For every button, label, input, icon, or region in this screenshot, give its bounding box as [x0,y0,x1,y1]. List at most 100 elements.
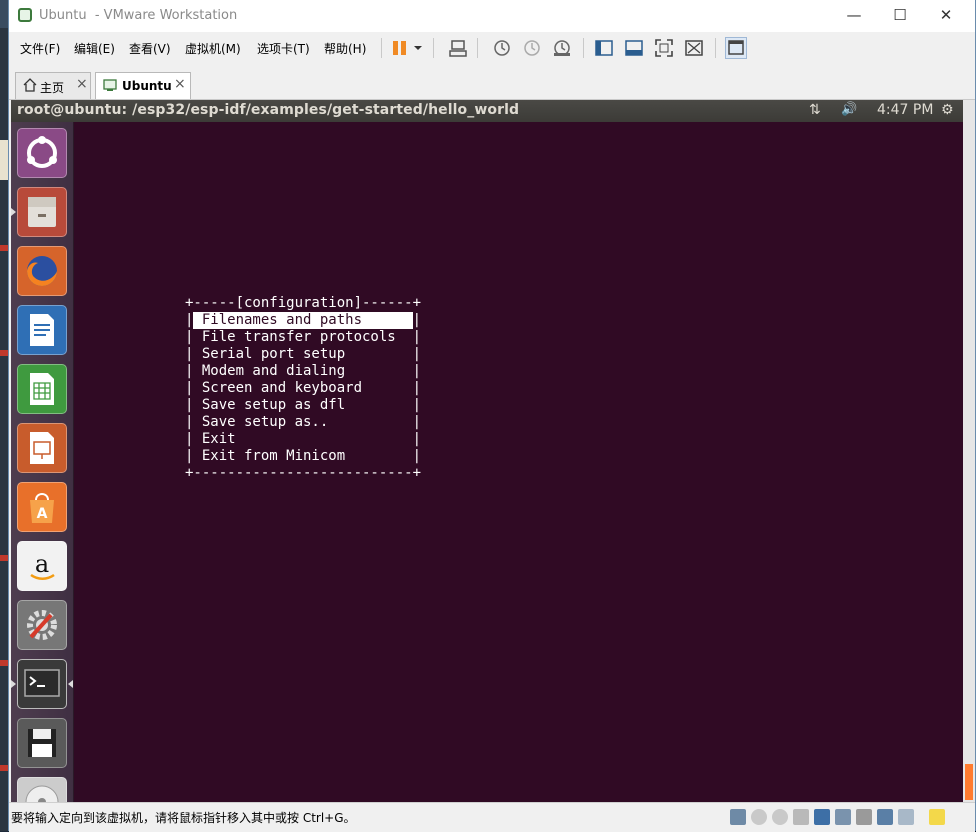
message-icon[interactable] [929,809,945,825]
display-icon[interactable] [898,809,914,825]
config-menu-item[interactable]: | Filenames and paths | [185,312,421,329]
running-indicator-icon [11,208,16,216]
tab-ubuntu[interactable]: Ubuntu × [95,72,191,99]
config-menu-item[interactable]: | Exit from Minicom | [185,448,421,465]
ubuntu-top-panel: root@ubuntu: /esp32/esp-idf/examples/get… [11,100,963,122]
config-menu-item-label: Exit from Minicom [201,448,346,464]
toolbar-separator [715,38,716,58]
menu-border: | [412,380,422,396]
tab-home[interactable]: 主页 × [15,72,91,99]
menu-bottom-line: +--------------------------+ [185,465,422,481]
svg-text:a: a [35,550,49,578]
send-ctrl-alt-del-icon[interactable] [447,37,469,59]
usb-icon[interactable] [835,809,851,825]
vm-icon [102,77,118,96]
revert-snapshot-icon[interactable] [521,37,543,59]
vertical-scrollbar[interactable] [963,100,975,802]
show-library-icon[interactable] [593,37,615,59]
ubuntu-dash-icon[interactable] [17,128,67,178]
menu-vm[interactable]: 虚拟机(M) [185,40,241,57]
menu-border: | [185,380,194,396]
menu-file[interactable]: 文件(F) [20,40,60,57]
running-indicator-icon [11,680,16,688]
tab-ubuntu-close-icon[interactable]: × [174,76,186,92]
pause-icon[interactable] [389,37,411,59]
ubuntu-software-icon[interactable]: A [17,482,67,532]
hard-disk-icon[interactable] [730,809,746,825]
console-view-icon[interactable] [725,37,747,59]
svg-text:A: A [37,506,48,522]
tab-ubuntu-label: Ubuntu [122,79,172,93]
config-menu-item[interactable]: | Exit | [185,431,421,448]
menu-view[interactable]: 查看(V) [129,40,171,57]
config-menu-item[interactable]: | Save setup as dfl | [185,397,421,414]
terminal-window-title: root@ubuntu: /esp32/esp-idf/examples/get… [17,102,520,118]
config-menu-item[interactable]: | Serial port setup | [185,346,421,363]
sound-icon[interactable] [877,809,893,825]
cd-dvd-icon[interactable] [751,809,767,825]
window-title: Ubuntu - VMware Workstation [39,8,238,23]
menu-border: | [412,431,422,447]
scrollbar-thumb[interactable] [965,764,973,800]
network-icon[interactable]: ⇅ [809,102,821,118]
network-adapter-icon[interactable] [814,809,830,825]
volume-icon[interactable]: 🔊 [841,102,857,117]
dvd-icon[interactable] [17,777,67,802]
files-icon[interactable] [17,187,67,237]
menu-toolbar: 文件(F) 编辑(E) 查看(V) 虚拟机(M) 选项卡(T) 帮助(H) [9,32,975,64]
close-button[interactable]: ✕ [923,0,969,30]
vmware-window: Ubuntu - VMware Workstation — ☐ ✕ 文件(F) … [8,0,976,832]
menu-edit[interactable]: 编辑(E) [74,40,115,57]
config-menu-item-label: Save setup as dfl [201,397,346,413]
system-settings-icon[interactable] [17,600,67,650]
config-menu-item[interactable]: | Screen and keyboard | [185,380,421,397]
unity-mode-icon[interactable] [683,37,705,59]
menu-border: | [185,431,194,447]
toolbar-separator [381,38,382,58]
tab-bar: 主页 × Ubuntu × [9,66,975,100]
firefox-icon[interactable] [17,246,67,296]
toolbar-separator [433,38,434,58]
cd-dvd-2-icon[interactable] [772,809,788,825]
config-menu-item[interactable]: | Modem and dialing | [185,363,421,380]
config-menu-item[interactable]: | Save setup as.. | [185,414,421,431]
libreoffice-writer-icon[interactable] [17,305,67,355]
thumbnail-bar-icon[interactable] [623,37,645,59]
menu-border: | [185,448,194,464]
floppy-icon[interactable] [793,809,809,825]
libreoffice-calc-icon[interactable] [17,364,67,414]
title-bar: Ubuntu - VMware Workstation — ☐ ✕ [9,0,975,32]
amazon-icon[interactable]: a [17,541,67,591]
maximize-button[interactable]: ☐ [877,0,923,30]
fullscreen-icon[interactable] [653,37,675,59]
unity-launcher: A a [11,122,74,802]
vm-display[interactable]: root@ubuntu: /esp32/esp-idf/examples/get… [11,100,963,802]
config-menu-item-label: File transfer protocols [201,329,396,345]
libreoffice-impress-icon[interactable] [17,423,67,473]
config-menu-item-label: Screen and keyboard [201,380,363,396]
terminal-content[interactable]: +-----[configuration]------+ | Filenames … [73,122,963,802]
menu-border: | [412,448,422,464]
config-menu-item-label: Save setup as.. [201,414,329,430]
config-menu-item-label: Filenames and paths [193,312,413,329]
menu-border: | [412,414,422,430]
chevron-down-icon[interactable] [411,37,425,59]
menu-help[interactable]: 帮助(H) [324,40,366,57]
menu-border: | [412,397,422,413]
snapshot-manager-icon[interactable] [551,37,573,59]
clock[interactable]: 4:47 PM [877,102,933,118]
save-disk-icon[interactable] [17,718,67,768]
minimize-button[interactable]: — [831,0,877,30]
menu-border: | [412,346,422,362]
config-menu-item[interactable]: | File transfer protocols | [185,329,421,346]
snapshot-icon[interactable] [491,37,513,59]
toolbar-separator [583,38,584,58]
terminal-icon[interactable] [17,659,67,709]
menu-border: | [185,312,194,328]
menu-border: | [412,329,422,345]
settings-icon[interactable]: ⚙ [941,102,954,118]
menu-tabs[interactable]: 选项卡(T) [257,40,310,57]
printer-icon[interactable] [856,809,872,825]
toolbar-separator [477,38,478,58]
tab-home-close-icon[interactable]: × [76,76,88,92]
